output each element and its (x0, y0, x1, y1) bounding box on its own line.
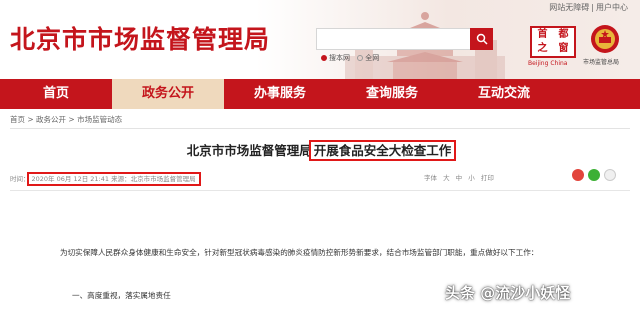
font-size-tools: 字体 大 中 小 打印 (424, 172, 498, 182)
weibo-icon[interactable] (572, 169, 584, 181)
user-center-link[interactable]: 用户中心 (594, 3, 630, 12)
font-label: 字体 (424, 174, 437, 182)
divider (10, 128, 630, 129)
nav-item-government-affairs[interactable]: 政务公开 (112, 79, 224, 109)
article-paragraph: 为切实保障人民群众身体健康和生命安全，针对新型冠状病毒感染的肺炎疫情防控新形势新… (60, 248, 539, 257)
share-buttons (572, 169, 616, 181)
publish-info: 时间： 2020年 06月 12日 21:41 来源：北京市市场监督管理局 (10, 172, 201, 186)
article-title-prefix: 北京市市场监督管理局 (186, 143, 312, 158)
capital-logo-caption: Beijing China (528, 60, 568, 67)
nav-item-services[interactable]: 办事服务 (224, 79, 336, 109)
national-emblem-icon[interactable] (590, 24, 620, 54)
scope-all-radio[interactable]: 全网 (357, 54, 379, 62)
nav-item-query[interactable]: 查询服务 (336, 79, 448, 109)
wechat-icon[interactable] (588, 169, 600, 181)
meta-label: 时间： (10, 175, 30, 183)
article-title: 北京市市场监督管理局 开展食品安全大检查工作 (0, 140, 640, 161)
search-scope: 搜本网 全网 (321, 53, 384, 63)
publish-date-source: 2020年 06月 12日 21:41 来源：北京市市场监督管理局 (26, 172, 201, 186)
more-icon[interactable] (604, 169, 616, 181)
font-large-button[interactable]: 大 (443, 174, 450, 182)
font-medium-button[interactable]: 中 (456, 174, 463, 182)
breadcrumb[interactable]: 首页 > 政务公开 > 市场监管动态 (10, 112, 630, 128)
nav-item-home[interactable]: 首页 (0, 79, 112, 109)
search-icon (476, 33, 488, 45)
main-nav: 首页 政务公开 办事服务 查询服务 互动交流 (0, 79, 640, 109)
emblem-caption: 市场监管总局 (583, 59, 620, 66)
capital-window-logo[interactable]: 首 都 之 窗 (530, 26, 576, 58)
site-title[interactable]: 北京市市场监督管理局 (10, 20, 270, 56)
top-links: 网站无障碍 | 用户中心 (547, 3, 630, 12)
page-root: 北京市市场监督管理局 网站无障碍 | 用户中心 搜本网 全网 首 都 之 窗 B… (0, 0, 640, 310)
site-header: 北京市市场监督管理局 网站无障碍 | 用户中心 搜本网 全网 首 都 之 窗 B… (0, 0, 640, 79)
divider (10, 190, 630, 191)
article-title-highlight: 开展食品安全大检查工作 (308, 140, 457, 161)
font-small-button[interactable]: 小 (468, 174, 475, 182)
nav-item-interaction[interactable]: 互动交流 (448, 79, 560, 109)
scope-site-radio[interactable]: 搜本网 (321, 54, 350, 62)
accessibility-link[interactable]: 网站无障碍 (547, 3, 591, 12)
search-button[interactable] (470, 28, 493, 50)
search-input[interactable] (316, 28, 491, 50)
print-button[interactable]: 打印 (481, 174, 494, 182)
watermark: 头条 @流沙小妖怪 (445, 284, 571, 302)
article-meta: 时间： 2020年 06月 12日 21:41 来源：北京市市场监督管理局 字体 … (10, 168, 630, 190)
section-heading: 一、高度重视，落实属地责任 (72, 291, 171, 300)
